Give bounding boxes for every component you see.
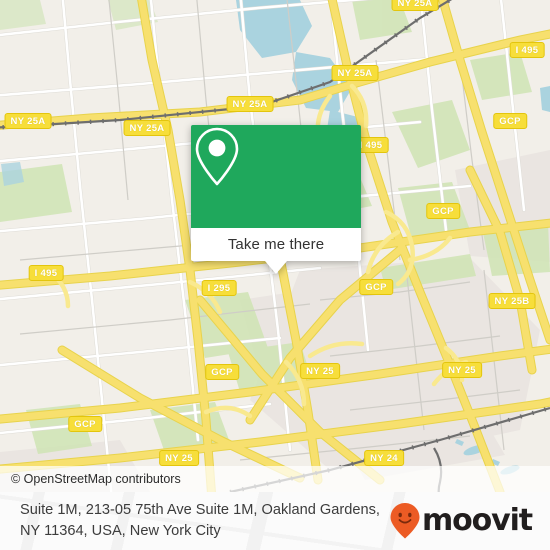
address-text: Suite 1M, 213-05 75th Ave Suite 1M, Oakl… [20, 502, 380, 539]
popup-pointer-tail [265, 261, 287, 274]
attribution-text: © OpenStreetMap contributors [11, 472, 181, 486]
road-shield: I 495 [28, 265, 64, 281]
road-shield: I 495 [509, 42, 545, 58]
road-shield: NY 25A [331, 65, 379, 81]
road-shield: NY 25A [226, 96, 274, 112]
road-shield: GCP [205, 364, 239, 380]
road-shield: GCP [359, 279, 393, 295]
road-shield: NY 25A [4, 113, 52, 129]
road-shield: NY 25B [488, 293, 536, 309]
moovit-logo[interactable]: moovit [389, 502, 533, 540]
road-shield: NY 25 [300, 363, 340, 379]
road-shield: NY 24 [364, 450, 404, 466]
popup-action-area[interactable]: Take me there [191, 228, 361, 274]
popup-header [191, 125, 361, 228]
location-pin-icon [195, 127, 239, 186]
map-attribution[interactable]: © OpenStreetMap contributors [0, 466, 550, 492]
map-canvas[interactable]: .mj { stroke:#f7e06e; stroke-width:7; fi… [0, 0, 550, 492]
take-me-there-button[interactable]: Take me there [228, 236, 324, 253]
road-shield: GCP [426, 203, 460, 219]
bottom-info-bar: Suite 1M, 213-05 75th Ave Suite 1M, Oakl… [0, 492, 550, 550]
road-shield: NY 25A [391, 0, 439, 11]
road-shield: GCP [68, 416, 102, 432]
road-shield: NY 25A [123, 120, 171, 136]
road-shield: I 295 [201, 280, 237, 296]
road-shield: NY 25 [159, 450, 199, 466]
road-shield: NY 25 [442, 362, 482, 378]
moovit-map-screenshot: .mj { stroke:#f7e06e; stroke-width:7; fi… [0, 0, 550, 550]
location-popup-card[interactable]: Take me there [191, 125, 361, 274]
moovit-wordmark: moovit [421, 503, 533, 538]
road-shield: GCP [493, 113, 527, 129]
moovit-smiley-pin-icon [390, 503, 420, 539]
